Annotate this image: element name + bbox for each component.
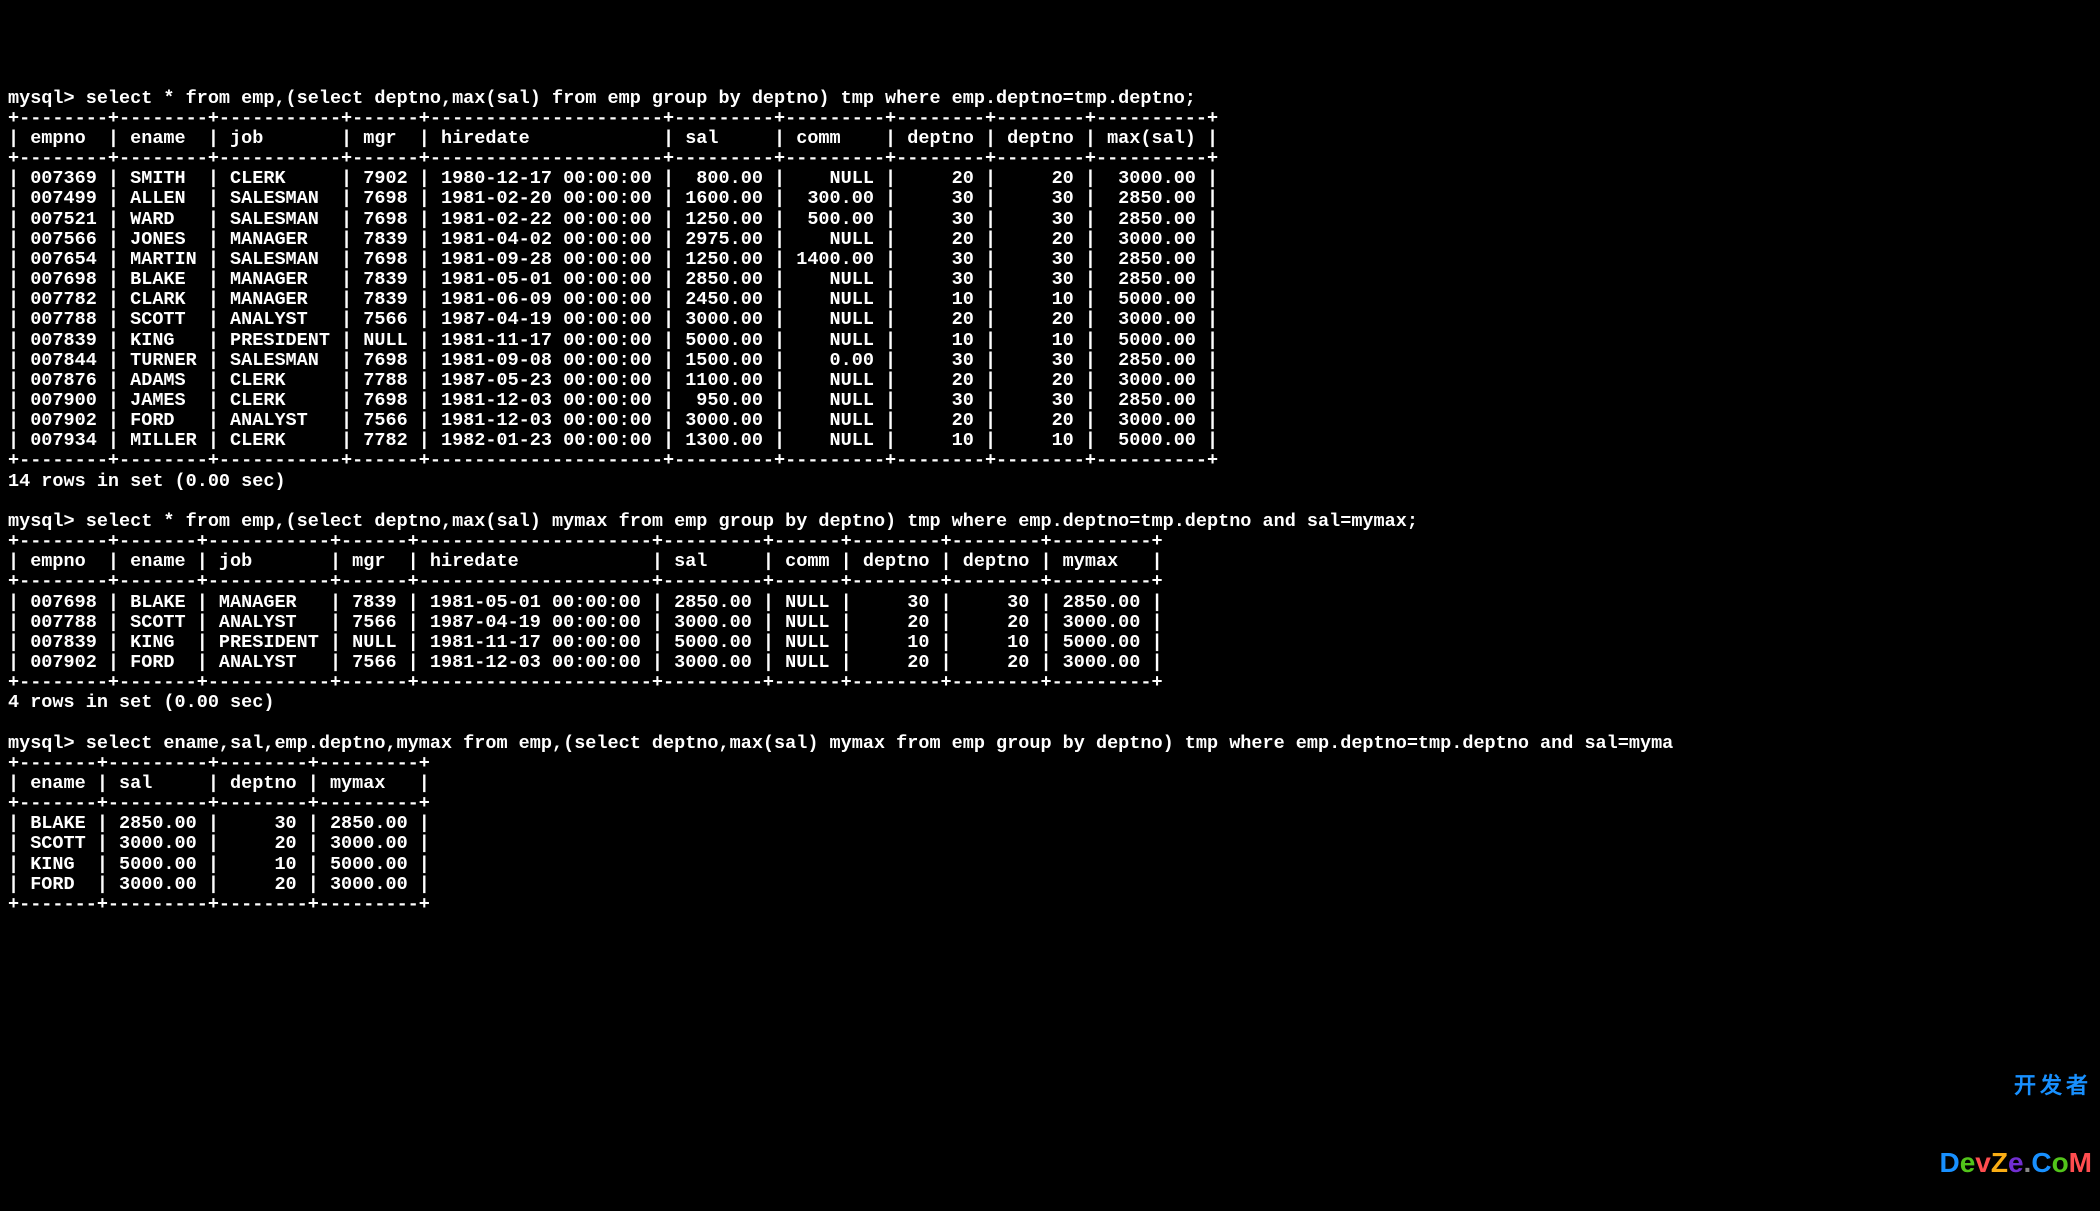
terminal-output[interactable]: mysql> select * from emp,(select deptno,…: [8, 89, 2092, 915]
watermark-bottom: DevZe.CoM: [1939, 1149, 2092, 1177]
watermark-top: 开发者: [1939, 1075, 2092, 1097]
watermark: 开发者 DevZe.CoM: [1939, 1023, 2092, 1203]
